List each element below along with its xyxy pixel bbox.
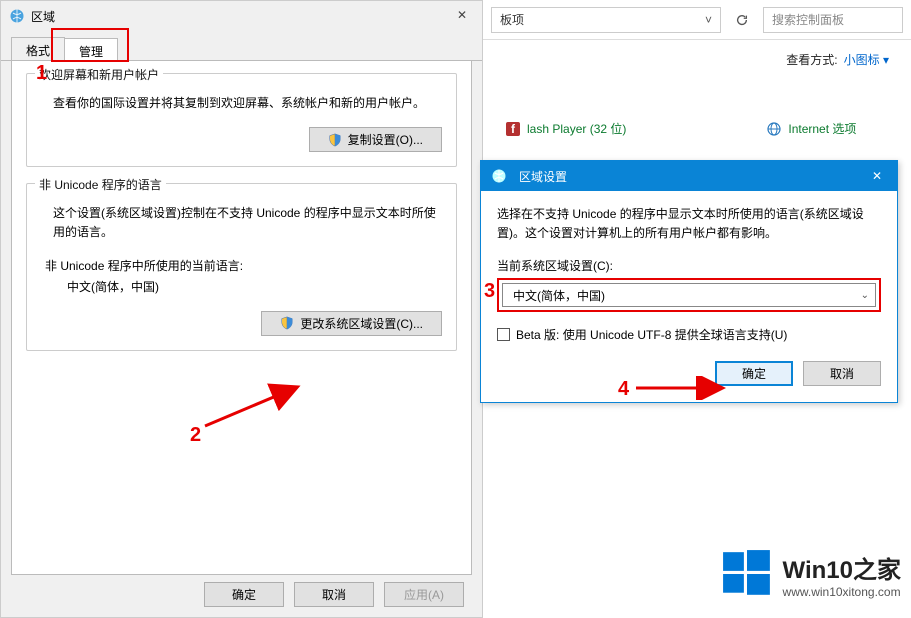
watermark-title: Win10之家 bbox=[783, 550, 901, 585]
shield-icon bbox=[328, 133, 342, 147]
modal-ok-button[interactable]: 确定 bbox=[715, 361, 793, 386]
tab-format[interactable]: 格式 bbox=[11, 37, 65, 60]
locale-combobox[interactable]: 中文(简体，中国) ⌄ bbox=[502, 283, 876, 307]
search-placeholder: 搜索控制面板 bbox=[772, 11, 844, 28]
copy-settings-label: 复制设置(O)... bbox=[348, 131, 423, 148]
control-panel-toolbar: 板项 ˅ 搜索控制面板 bbox=[483, 0, 911, 40]
unicode-group-desc: 这个设置(系统区域设置)控制在不支持 Unicode 的程序中显示文本时所使用的… bbox=[53, 204, 438, 242]
search-input[interactable]: 搜索控制面板 bbox=[763, 7, 903, 33]
cp-items: f lash Player (32 位) Internet 选项 bbox=[483, 120, 911, 137]
apply-button[interactable]: 应用(A) bbox=[384, 582, 464, 607]
beta-checkbox[interactable] bbox=[497, 328, 510, 341]
close-button[interactable]: ✕ bbox=[446, 5, 478, 25]
change-locale-label: 更改系统区域设置(C)... bbox=[300, 315, 423, 332]
beta-checkbox-label: Beta 版: 使用 Unicode UTF-8 提供全球语言支持(U) bbox=[516, 326, 787, 343]
region-titlebar: 区域 ✕ bbox=[1, 1, 482, 31]
modal-title: 区域设置 bbox=[519, 168, 567, 185]
modal-desc: 选择在不支持 Unicode 的程序中显示文本时所使用的语言(系统区域设置)。这… bbox=[497, 205, 881, 243]
locale-modal: 区域设置 ✕ 选择在不支持 Unicode 的程序中显示文本时所使用的语言(系统… bbox=[480, 160, 898, 403]
chevron-down-icon: ˅ bbox=[705, 13, 712, 27]
change-locale-button[interactable]: 更改系统区域设置(C)... bbox=[261, 311, 442, 336]
shield-icon bbox=[280, 316, 294, 330]
modal-body: 选择在不支持 Unicode 的程序中显示文本时所使用的语言(系统区域设置)。这… bbox=[481, 191, 897, 402]
beta-checkbox-row[interactable]: Beta 版: 使用 Unicode UTF-8 提供全球语言支持(U) bbox=[497, 326, 881, 343]
annotation-box-3: 中文(简体，中国) ⌄ bbox=[497, 278, 881, 312]
modal-footer: 确定 取消 bbox=[497, 361, 881, 386]
tabs: 格式 管理 bbox=[1, 31, 482, 61]
globe-icon bbox=[9, 8, 25, 24]
current-lang-label: 非 Unicode 程序中所使用的当前语言: bbox=[45, 257, 442, 274]
unicode-group-title: 非 Unicode 程序的语言 bbox=[35, 176, 166, 193]
combo-label: 当前系统区域设置(C): bbox=[497, 257, 881, 274]
region-dialog: 区域 ✕ 格式 管理 欢迎屏幕和新用户帐户 查看你的国际设置并将其复制到欢迎屏幕… bbox=[0, 0, 483, 618]
close-icon: ✕ bbox=[872, 169, 882, 183]
modal-titlebar: 区域设置 ✕ bbox=[481, 161, 897, 191]
breadcrumb-text: 板项 bbox=[500, 11, 524, 28]
region-footer: 确定 取消 应用(A) bbox=[204, 582, 464, 607]
cp-item-flash[interactable]: f lash Player (32 位) bbox=[505, 120, 626, 137]
internet-icon bbox=[766, 121, 782, 137]
ok-button[interactable]: 确定 bbox=[204, 582, 284, 607]
watermark: Win10之家 www.win10xitong.com bbox=[721, 548, 901, 600]
refresh-icon bbox=[735, 13, 749, 27]
refresh-button[interactable] bbox=[727, 7, 757, 33]
region-body: 欢迎屏幕和新用户帐户 查看你的国际设置并将其复制到欢迎屏幕、系统帐户和新的用户帐… bbox=[11, 60, 472, 575]
globe-icon bbox=[491, 168, 507, 184]
modal-close-button[interactable]: ✕ bbox=[857, 161, 897, 191]
watermark-url: www.win10xitong.com bbox=[783, 585, 901, 599]
cp-item-label: lash Player (32 位) bbox=[527, 120, 626, 137]
windows-icon bbox=[721, 548, 773, 600]
welcome-group: 欢迎屏幕和新用户帐户 查看你的国际设置并将其复制到欢迎屏幕、系统帐户和新的用户帐… bbox=[26, 73, 457, 167]
cp-item-internet[interactable]: Internet 选项 bbox=[766, 120, 856, 137]
chevron-down-icon: ⌄ bbox=[861, 290, 869, 301]
close-icon: ✕ bbox=[457, 8, 467, 22]
view-mode-value[interactable]: 小图标 ▾ bbox=[844, 51, 889, 68]
breadcrumb-field[interactable]: 板项 ˅ bbox=[491, 7, 721, 33]
tab-admin[interactable]: 管理 bbox=[64, 38, 118, 61]
view-mode-label: 查看方式: bbox=[786, 51, 837, 68]
flash-icon: f bbox=[505, 121, 521, 137]
region-title: 区域 bbox=[31, 8, 55, 25]
copy-settings-button[interactable]: 复制设置(O)... bbox=[309, 127, 442, 152]
locale-combo-value: 中文(简体，中国) bbox=[513, 287, 605, 304]
welcome-group-desc: 查看你的国际设置并将其复制到欢迎屏幕、系统帐户和新的用户帐户。 bbox=[53, 94, 438, 113]
welcome-group-title: 欢迎屏幕和新用户帐户 bbox=[35, 66, 163, 83]
modal-cancel-button[interactable]: 取消 bbox=[803, 361, 881, 386]
current-lang-value: 中文(简体，中国) bbox=[67, 278, 442, 295]
unicode-group: 非 Unicode 程序的语言 这个设置(系统区域设置)控制在不支持 Unico… bbox=[26, 183, 457, 350]
cancel-button[interactable]: 取消 bbox=[294, 582, 374, 607]
view-mode-row: 查看方式: 小图标 ▾ bbox=[483, 40, 911, 78]
cp-item-label: Internet 选项 bbox=[788, 120, 856, 137]
